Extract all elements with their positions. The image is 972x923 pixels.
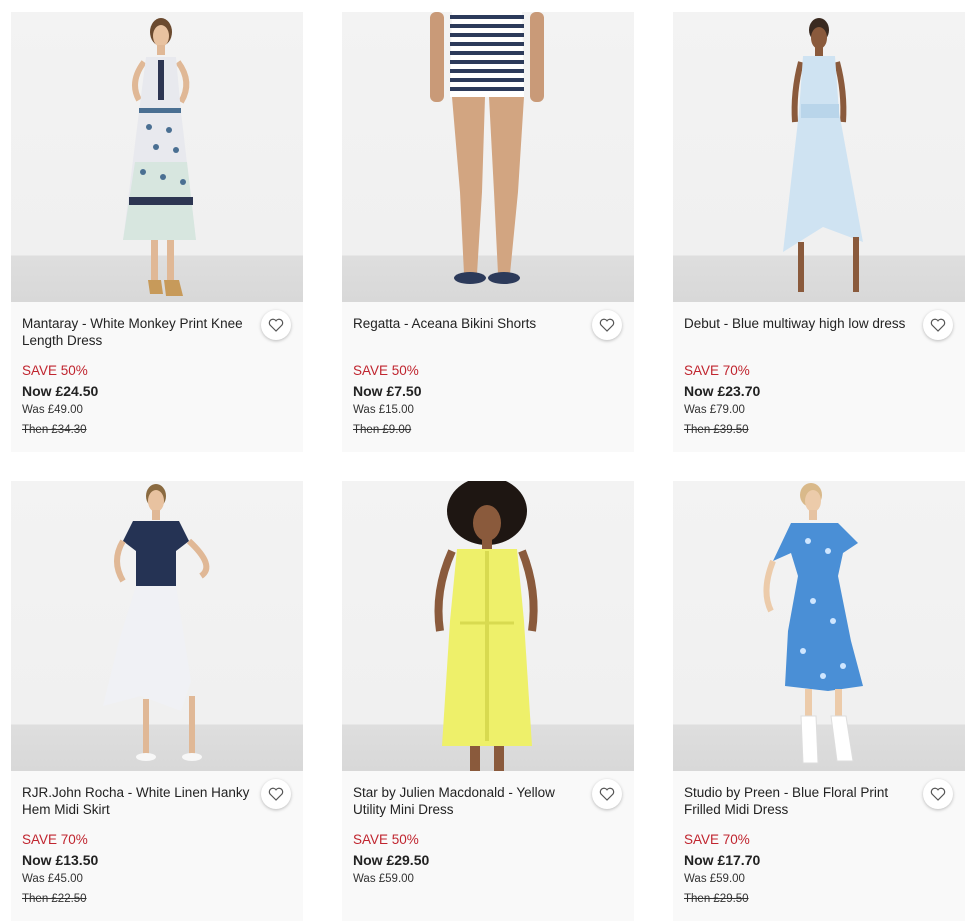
discount-label: SAVE 50% — [22, 363, 88, 378]
original-price: Was £15.00 — [353, 404, 414, 416]
previous-price: Then £9.00 — [353, 424, 412, 436]
product-image[interactable] — [342, 12, 634, 302]
product-title[interactable]: Mantaray - White Monkey Print Knee Lengt… — [22, 315, 254, 349]
product-card[interactable]: Mantaray - White Monkey Print Knee Lengt… — [11, 12, 303, 452]
discount-label: SAVE 70% — [684, 832, 750, 847]
product-card[interactable]: Debut - Blue multiway high low dress SAV… — [673, 12, 965, 452]
product-grid: Mantaray - White Monkey Print Knee Lengt… — [0, 0, 972, 923]
product-title[interactable]: Regatta - Aceana Bikini Shorts — [353, 315, 585, 332]
product-image[interactable] — [11, 12, 303, 302]
current-price: Now £29.50 — [353, 852, 430, 868]
previous-price: Then £34.30 — [22, 424, 87, 436]
add-to-wishlist-button[interactable] — [261, 310, 291, 340]
current-price: Now £23.70 — [684, 383, 761, 399]
add-to-wishlist-button[interactable] — [923, 310, 953, 340]
discount-label: SAVE 70% — [22, 832, 88, 847]
product-image[interactable] — [11, 481, 303, 771]
product-title[interactable]: Studio by Preen - Blue Floral Print Fril… — [684, 784, 916, 818]
heart-outline-icon — [930, 787, 946, 801]
product-title[interactable]: RJR.John Rocha - White Linen Hanky Hem M… — [22, 784, 254, 818]
original-price: Was £59.00 — [353, 873, 414, 885]
add-to-wishlist-button[interactable] — [923, 779, 953, 809]
product-image[interactable] — [673, 12, 965, 302]
heart-outline-icon — [268, 318, 284, 332]
current-price: Now £13.50 — [22, 852, 99, 868]
discount-label: SAVE 50% — [353, 363, 419, 378]
current-price: Now £17.70 — [684, 852, 761, 868]
heart-outline-icon — [599, 318, 615, 332]
product-card[interactable]: Studio by Preen - Blue Floral Print Fril… — [673, 481, 965, 921]
discount-label: SAVE 50% — [353, 832, 419, 847]
heart-outline-icon — [599, 787, 615, 801]
product-card[interactable]: Star by Julien Macdonald - Yellow Utilit… — [342, 481, 634, 921]
original-price: Was £79.00 — [684, 404, 745, 416]
product-image[interactable] — [342, 481, 634, 771]
current-price: Now £7.50 — [353, 383, 422, 399]
product-title[interactable]: Star by Julien Macdonald - Yellow Utilit… — [353, 784, 585, 818]
original-price: Was £49.00 — [22, 404, 83, 416]
heart-outline-icon — [268, 787, 284, 801]
previous-price: Then £39.50 — [684, 424, 749, 436]
original-price: Was £59.00 — [684, 873, 745, 885]
product-card[interactable]: Regatta - Aceana Bikini Shorts SAVE 50% … — [342, 12, 634, 452]
add-to-wishlist-button[interactable] — [261, 779, 291, 809]
add-to-wishlist-button[interactable] — [592, 779, 622, 809]
current-price: Now £24.50 — [22, 383, 99, 399]
heart-outline-icon — [930, 318, 946, 332]
product-card[interactable]: RJR.John Rocha - White Linen Hanky Hem M… — [11, 481, 303, 921]
previous-price: Then £29.50 — [684, 893, 749, 905]
product-title[interactable]: Debut - Blue multiway high low dress — [684, 315, 916, 332]
product-image[interactable] — [673, 481, 965, 771]
add-to-wishlist-button[interactable] — [592, 310, 622, 340]
original-price: Was £45.00 — [22, 873, 83, 885]
previous-price: Then £22.50 — [22, 893, 87, 905]
discount-label: SAVE 70% — [684, 363, 750, 378]
